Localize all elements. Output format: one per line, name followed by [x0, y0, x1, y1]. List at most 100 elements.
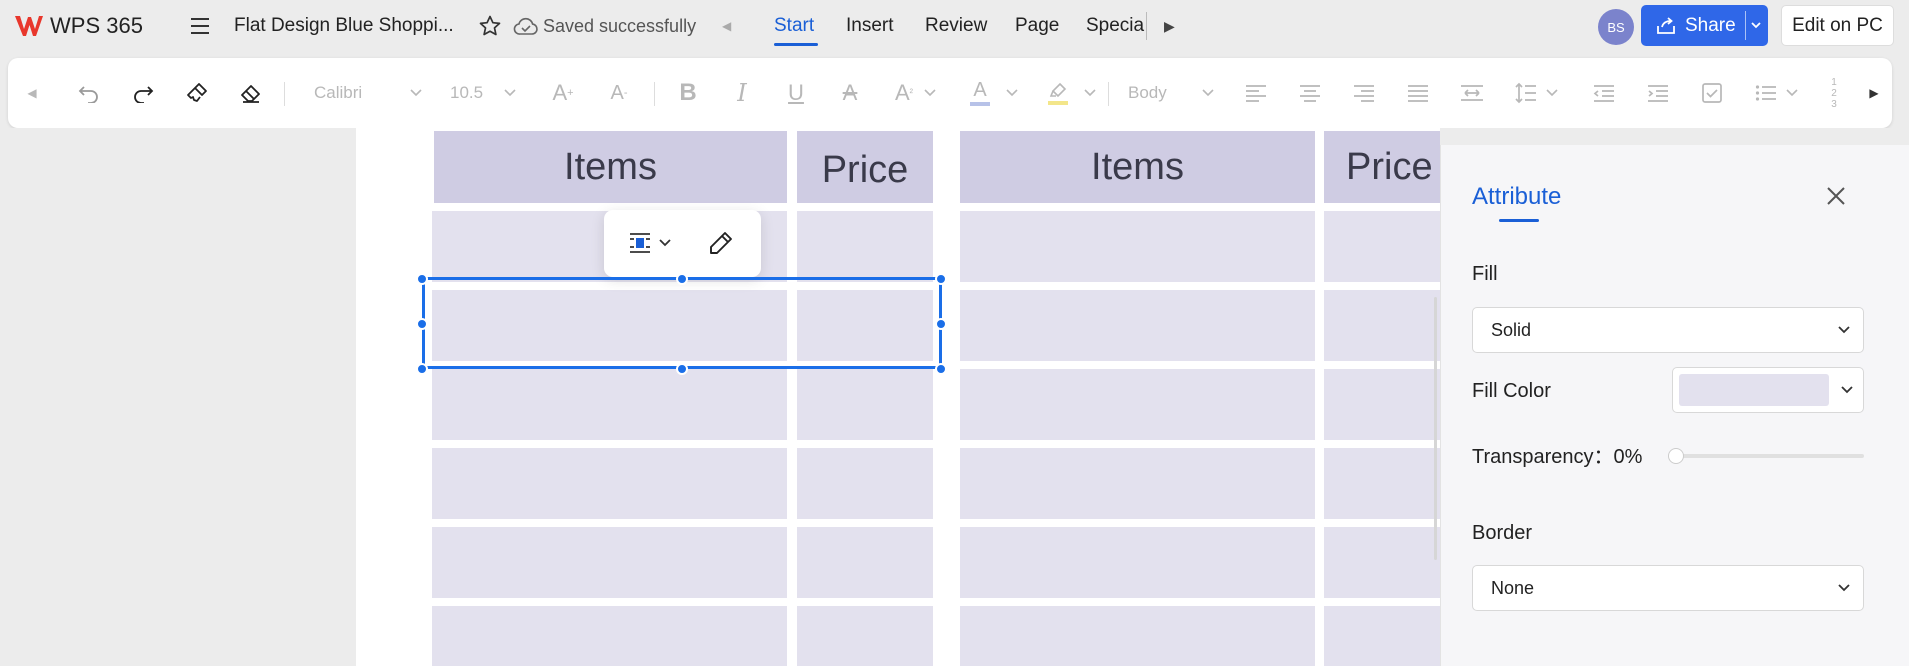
justify-icon[interactable]: [1404, 58, 1432, 128]
table-cell[interactable]: [960, 290, 1315, 361]
border-type-select[interactable]: None: [1472, 565, 1864, 611]
resize-handle-bottom-right[interactable]: [935, 363, 947, 375]
resize-handle-right[interactable]: [935, 318, 947, 330]
transparency-slider[interactable]: [1668, 448, 1864, 464]
redo-icon[interactable]: [128, 58, 158, 128]
distributed-icon[interactable]: [1458, 58, 1486, 128]
table-cell[interactable]: [797, 369, 933, 440]
underline-icon[interactable]: U: [782, 58, 810, 128]
tab-page[interactable]: Page: [1015, 0, 1059, 52]
table-cell[interactable]: [797, 448, 933, 519]
share-dropdown-chevron-icon[interactable]: [1749, 17, 1763, 39]
table-header-price-2[interactable]: Price: [1324, 131, 1440, 203]
decrease-font-icon[interactable]: A-: [604, 58, 634, 128]
tabs-scroll-right-icon[interactable]: ▶: [1164, 0, 1175, 52]
paragraph-style-select[interactable]: Body: [1128, 58, 1178, 128]
table-cell[interactable]: [1324, 211, 1440, 282]
superscript-icon[interactable]: A²: [890, 58, 918, 128]
panel-title[interactable]: Attribute: [1472, 183, 1561, 211]
share-label: Share: [1685, 14, 1736, 36]
resize-handle-top[interactable]: [676, 273, 688, 285]
font-name-select[interactable]: Calibri: [314, 58, 374, 128]
slider-knob[interactable]: [1668, 448, 1684, 464]
font-size-chevron-icon[interactable]: [502, 58, 518, 128]
fill-type-select[interactable]: Solid: [1472, 307, 1864, 353]
table-header-items-2[interactable]: Items: [960, 131, 1315, 203]
paragraph-style-chevron-icon[interactable]: [1200, 58, 1216, 128]
font-size-select[interactable]: 10.5: [450, 58, 490, 128]
table-cell[interactable]: [1324, 606, 1440, 666]
align-left-icon[interactable]: [1242, 58, 1270, 128]
table-cell[interactable]: [960, 527, 1315, 598]
vertical-scrollbar[interactable]: [1434, 297, 1437, 560]
table-cell[interactable]: [432, 606, 787, 666]
resize-handle-bottom-left[interactable]: [416, 363, 428, 375]
toolbar-divider: [1108, 82, 1109, 106]
numbered-list-icon[interactable]: 123: [1826, 58, 1842, 128]
close-icon[interactable]: [1823, 183, 1849, 209]
fill-color-picker[interactable]: [1672, 367, 1864, 413]
hamburger-menu-icon[interactable]: [186, 0, 214, 52]
tab-special[interactable]: Specia: [1086, 0, 1144, 52]
table-cell[interactable]: [797, 606, 933, 666]
table-cell[interactable]: [960, 606, 1315, 666]
bold-icon[interactable]: B: [674, 58, 702, 128]
table-cell[interactable]: [1324, 527, 1440, 598]
line-spacing-chevron-icon[interactable]: [1544, 58, 1560, 128]
highlight-chevron-icon[interactable]: [1082, 58, 1098, 128]
table-cell[interactable]: [432, 369, 787, 440]
toolbar-scroll-left-icon[interactable]: ◀: [22, 58, 42, 128]
strikethrough-icon[interactable]: A: [836, 58, 864, 128]
table-cell[interactable]: [432, 527, 787, 598]
star-icon[interactable]: [478, 0, 502, 52]
share-icon: [1655, 16, 1677, 36]
bullet-list-icon[interactable]: [1752, 58, 1780, 128]
checkbox-icon[interactable]: [1698, 58, 1726, 128]
table-header-items-1[interactable]: Items: [434, 131, 787, 203]
transparency-label: Transparency：0%: [1472, 440, 1642, 469]
table-header-price-1[interactable]: Price: [797, 131, 933, 203]
shape-selection-box[interactable]: [422, 277, 942, 369]
highlight-icon[interactable]: [1044, 58, 1072, 128]
increase-font-icon[interactable]: A +: [548, 58, 578, 128]
align-right-icon[interactable]: [1350, 58, 1378, 128]
edit-pencil-icon[interactable]: [708, 230, 734, 261]
increase-indent-icon[interactable]: [1644, 58, 1672, 128]
table-cell[interactable]: [960, 211, 1315, 282]
resize-handle-bottom[interactable]: [676, 363, 688, 375]
share-button[interactable]: Share: [1641, 5, 1768, 46]
text-wrap-icon[interactable]: [628, 232, 672, 254]
table-cell[interactable]: [797, 527, 933, 598]
user-avatar[interactable]: BS: [1598, 9, 1634, 45]
align-center-icon[interactable]: [1296, 58, 1324, 128]
table-cell[interactable]: [797, 211, 933, 282]
eraser-icon[interactable]: [236, 58, 266, 128]
table-cell[interactable]: [1324, 369, 1440, 440]
font-color-icon[interactable]: A: [966, 58, 994, 128]
border-type-value: None: [1491, 577, 1535, 598]
document-title[interactable]: Flat Design Blue Shoppi...: [234, 0, 454, 52]
toolbar-scroll-right-icon[interactable]: ▶: [1864, 58, 1884, 128]
format-painter-icon[interactable]: [182, 58, 212, 128]
table-cell[interactable]: [960, 448, 1315, 519]
decrease-indent-icon[interactable]: [1590, 58, 1618, 128]
bullet-list-chevron-icon[interactable]: [1784, 58, 1800, 128]
table-cell[interactable]: [1324, 290, 1440, 361]
table-cell[interactable]: [432, 448, 787, 519]
undo-icon[interactable]: [74, 58, 104, 128]
resize-handle-left[interactable]: [416, 318, 428, 330]
line-spacing-icon[interactable]: [1512, 58, 1540, 128]
edit-on-pc-button[interactable]: Edit on PC: [1781, 5, 1894, 46]
table-cell[interactable]: [1324, 448, 1440, 519]
resize-handle-top-left[interactable]: [416, 273, 428, 285]
resize-handle-top-right[interactable]: [935, 273, 947, 285]
tabs-scroll-left-icon[interactable]: ◀: [722, 0, 731, 52]
tab-insert[interactable]: Insert: [846, 0, 894, 52]
table-cell[interactable]: [960, 369, 1315, 440]
chevron-down-icon: [1837, 583, 1851, 593]
superscript-chevron-icon[interactable]: [922, 58, 938, 128]
italic-icon[interactable]: I: [728, 58, 756, 128]
tab-review[interactable]: Review: [925, 0, 987, 52]
font-name-chevron-icon[interactable]: [408, 58, 424, 128]
font-color-chevron-icon[interactable]: [1004, 58, 1020, 128]
